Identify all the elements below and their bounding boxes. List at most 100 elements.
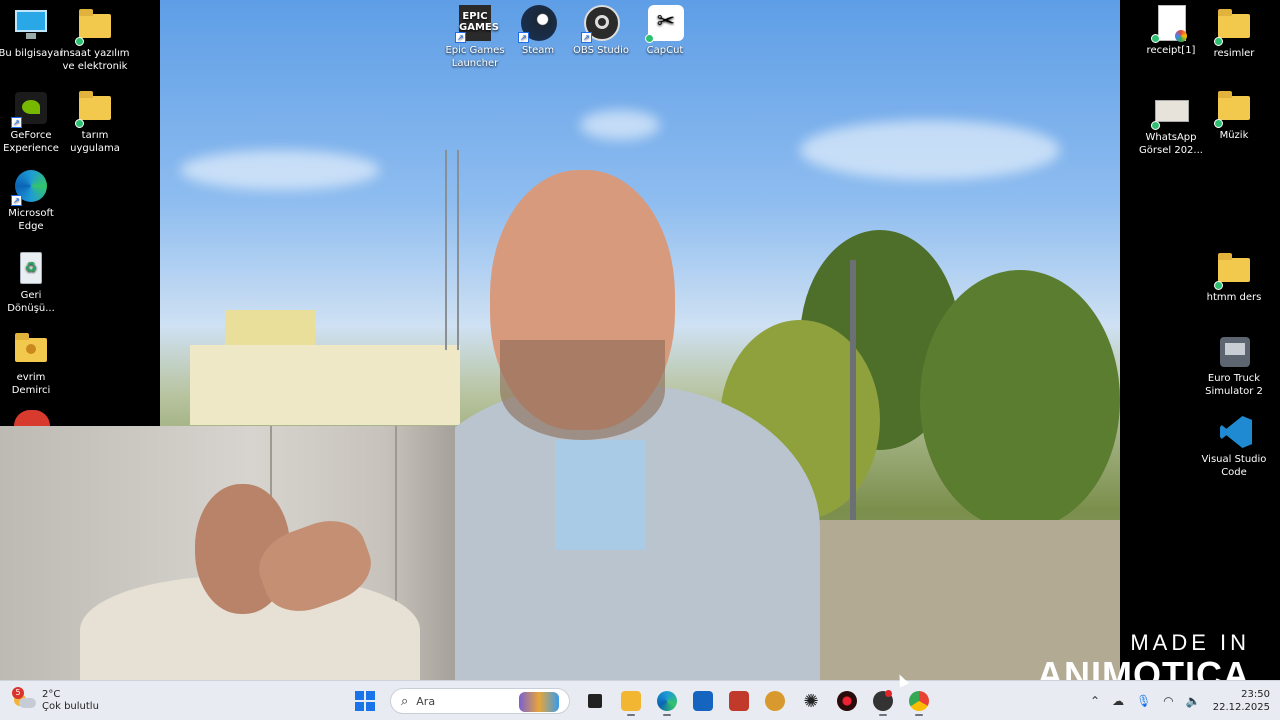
desktop-icon-recycle-bin[interactable]: ♻ Geri Dönüşü...	[0, 250, 66, 315]
desktop-icon-edge[interactable]: ↗ Microsoft Edge	[0, 168, 66, 233]
icon-label: tarım uygulama	[70, 130, 120, 154]
taskbar-app-gear[interactable]	[760, 686, 790, 716]
icon-label: receipt[1]	[1146, 45, 1196, 56]
folder-icon	[75, 8, 113, 46]
folder-icon	[75, 90, 113, 128]
chatgpt-icon: ✺	[803, 690, 819, 712]
weather-widget[interactable]: 5 2°C Çok bulutlu	[12, 687, 99, 715]
taskbar: 5 2°C Çok bulutlu ⌕ Ara ✺ ⌃ ☁ 🎙 ◠ 🔈 23:5…	[0, 680, 1280, 720]
truck-game-icon	[1216, 333, 1252, 369]
icon-label: evrim Demirci	[11, 372, 51, 396]
icon-label: Euro Truck Simulator 2	[1205, 373, 1263, 397]
cloudy-weather-icon: 5	[12, 687, 36, 710]
chrome-icon-partial[interactable]	[14, 410, 50, 426]
clock-date: 22.12.2025	[1212, 702, 1270, 713]
search-icon: ⌕	[401, 693, 409, 709]
geforce-icon: ↗	[11, 90, 49, 128]
icon-label: insaat yazılım ve elektronik	[60, 48, 130, 72]
image-file-icon	[1151, 92, 1189, 130]
search-placeholder: Ara	[416, 694, 436, 708]
icon-label: Steam	[521, 45, 555, 56]
folder-icon	[1214, 8, 1252, 46]
taskbar-file-explorer[interactable]	[616, 686, 646, 716]
icon-label: WhatsApp Görsel 202...	[1139, 132, 1203, 156]
desktop-icon-geforce[interactable]: ↗ GeForce Experience	[0, 90, 66, 155]
onedrive-cloud-icon[interactable]: ☁	[1112, 694, 1124, 708]
task-view-button[interactable]	[580, 686, 610, 716]
capcut-icon: ✂	[645, 5, 684, 43]
store-icon	[693, 691, 713, 711]
folder-icon	[1214, 90, 1252, 128]
icon-label: Microsoft Edge	[8, 208, 54, 232]
folder-icon	[1214, 252, 1252, 290]
wifi-icon[interactable]: ◠	[1163, 694, 1173, 708]
icon-label: Epic Games Launcher	[445, 45, 505, 69]
icon-label: Bu bilgisayar	[0, 48, 64, 59]
user-folder-icon	[13, 332, 49, 368]
desktop-icon-whatsapp-image[interactable]: WhatsApp Görsel 202...	[1136, 92, 1206, 157]
taskbar-edge[interactable]	[652, 686, 682, 716]
gear-app-icon	[765, 691, 785, 711]
taskbar-chatgpt[interactable]: ✺	[796, 686, 826, 716]
folder-icon	[621, 691, 641, 711]
desktop-icon-folder-tarim[interactable]: tarım uygulama	[60, 90, 130, 155]
icon-label: resimler	[1213, 48, 1255, 59]
taskbar-clock[interactable]: 23:50 22.12.2025	[1213, 688, 1270, 714]
desktop-icon-steam[interactable]: ↗ Steam	[503, 5, 573, 57]
windows-logo-icon	[355, 691, 375, 711]
desktop-icon-folder-resimler[interactable]: resimler	[1199, 8, 1269, 60]
icon-label: htmm ders	[1206, 292, 1262, 303]
icon-label: Müzik	[1219, 130, 1249, 141]
clock-time: 23:50	[1241, 689, 1270, 700]
microphone-icon[interactable]: 🎙	[1136, 694, 1151, 708]
icon-label: OBS Studio	[573, 45, 629, 56]
epic-games-icon: EPIC GAMES ↗	[455, 5, 499, 43]
taskbar-app-red[interactable]	[724, 686, 754, 716]
chrome-icon	[909, 691, 929, 711]
notification-dot	[885, 690, 892, 697]
vscode-icon	[1216, 414, 1252, 450]
edge-icon	[657, 691, 677, 711]
game-icon	[729, 691, 749, 711]
icon-label: CapCut	[646, 45, 684, 56]
desktop-icon-this-pc[interactable]: Bu bilgisayar	[0, 8, 66, 60]
taskbar-center: ⌕ Ara ✺	[350, 685, 934, 717]
taskbar-search[interactable]: ⌕ Ara	[390, 688, 570, 714]
steam-icon: ↗	[518, 5, 557, 43]
taskbar-recorder[interactable]	[832, 686, 862, 716]
system-tray: ⌃ ☁ 🎙 ◠ 🔈 23:50 22.12.2025	[1090, 686, 1270, 716]
edge-icon: ↗	[11, 168, 49, 206]
taskbar-chrome[interactable]	[904, 686, 934, 716]
recycle-bin-icon: ♻	[13, 250, 49, 286]
webcam-overlay	[0, 426, 455, 680]
desktop-icon-obs[interactable]: ↗ OBS Studio	[566, 5, 636, 57]
taskbar-obs[interactable]	[868, 686, 898, 716]
desktop-icon-folder-htmm[interactable]: htmm ders	[1199, 252, 1269, 304]
desktop-icon-receipt[interactable]: receipt[1]	[1136, 5, 1206, 57]
desktop-icon-epic-games[interactable]: EPIC GAMES ↗ Epic Games Launcher	[440, 5, 510, 70]
desktop-icon-folder-muzik[interactable]: Müzik	[1199, 90, 1269, 142]
icon-label: Visual Studio Code	[1201, 454, 1267, 478]
chevron-up-icon[interactable]: ⌃	[1090, 694, 1100, 708]
desktop-icon-euro-truck[interactable]: Euro Truck Simulator 2	[1199, 333, 1269, 398]
weather-badge: 5	[12, 687, 24, 699]
desktop-icon-user-folder[interactable]: evrim Demirci	[0, 332, 66, 397]
task-view-icon	[588, 694, 602, 708]
weather-temperature: 2°C	[42, 689, 61, 700]
desktop-icon-capcut[interactable]: ✂ CapCut	[630, 5, 700, 57]
desktop-icon-folder-insaat[interactable]: insaat yazılım ve elektronik	[60, 8, 130, 73]
icon-label: GeForce Experience	[3, 130, 59, 154]
person-in-video	[400, 170, 820, 680]
record-icon	[837, 691, 857, 711]
icon-label: Geri Dönüşü...	[7, 290, 55, 314]
desktop-icon-vscode[interactable]: Visual Studio Code	[1199, 414, 1269, 479]
obs-icon: ↗	[581, 5, 620, 43]
weather-description: Çok bulutlu	[42, 701, 99, 712]
computer-icon	[13, 8, 49, 44]
taskbar-store[interactable]	[688, 686, 718, 716]
start-button[interactable]	[350, 686, 380, 716]
speaker-icon[interactable]: 🔈	[1186, 694, 1201, 708]
desktop-screen: Bu bilgisayar insaat yazılım ve elektron…	[0, 0, 1280, 720]
pdf-document-icon	[1151, 5, 1189, 43]
watermark-line1: MADE IN	[1130, 630, 1250, 655]
